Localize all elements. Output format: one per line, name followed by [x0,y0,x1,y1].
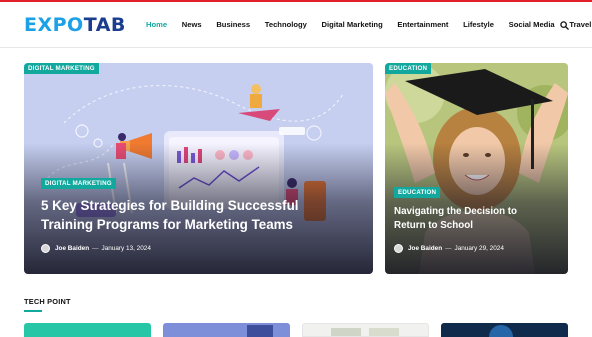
nav-item-home[interactable]: Home [146,20,167,29]
featured-headline-line-2: Training Programs for Marketing Teams [41,217,294,232]
nav-item-digital-marketing[interactable]: Digital Marketing [322,20,383,29]
author-avatar[interactable] [394,244,403,253]
side-date: January 29, 2024 [454,245,504,252]
tech-thumb-2[interactable] [163,323,290,337]
nav-item-entertainment[interactable]: Entertainment [397,20,448,29]
nav-item-social-media[interactable]: Social Media [509,20,555,29]
tech-thumb-4-art [489,325,513,337]
site-header: EXPOTAB Home News Business Technology Di… [0,2,592,48]
section-title: TECH POINT [24,297,71,306]
tech-thumb-2-art [247,325,273,337]
featured-author[interactable]: Joe Baiden [55,245,89,252]
side-meta: Joe Baiden — January 29, 2024 [394,244,504,253]
nav-item-travel[interactable]: Travel [569,20,591,29]
featured-article-card[interactable]: DIGITAL MARKETING DIGITAL MARKETING 5 Ke… [24,63,373,274]
tech-thumb-3-art [331,328,399,336]
side-headline-line-2: Return to School [394,220,473,231]
side-headline[interactable]: Navigating the Decision to Return to Sch… [394,205,564,233]
featured-headline[interactable]: 5 Key Strategies for Building Successful… [41,196,366,234]
side-category-badge[interactable]: EDUCATION [385,63,432,74]
nav-item-lifestyle[interactable]: Lifestyle [463,20,494,29]
featured-category-tag[interactable]: DIGITAL MARKETING [41,178,116,189]
tech-thumb-4[interactable] [441,323,568,337]
logo-part-1: EXPO [24,14,84,36]
tech-thumb-1[interactable] [24,323,151,337]
main-nav: Home News Business Technology Digital Ma… [146,20,592,29]
tech-thumb-3[interactable] [302,323,429,337]
nav-item-news[interactable]: News [182,20,202,29]
meta-separator: — [92,245,99,252]
featured-category-badge[interactable]: DIGITAL MARKETING [24,63,99,74]
side-headline-line-1: Navigating the Decision to [394,206,518,217]
featured-headline-line-1: 5 Key Strategies for Building Successful [41,198,299,213]
featured-meta: Joe Baiden — January 13, 2024 [41,244,151,253]
section-underline [24,310,42,312]
meta-separator: — [445,245,452,252]
nav-item-business[interactable]: Business [216,20,250,29]
site-logo[interactable]: EXPOTAB [24,14,126,36]
search-icon[interactable] [560,21,569,30]
author-avatar[interactable] [41,244,50,253]
nav-item-technology[interactable]: Technology [265,20,307,29]
side-article-card[interactable]: EDUCATION EDUCATION Navigating the Decis… [385,63,568,274]
side-author[interactable]: Joe Baiden [408,245,442,252]
side-category-tag[interactable]: EDUCATION [394,187,441,198]
featured-date: January 13, 2024 [101,245,151,252]
logo-part-2: TAB [83,14,126,36]
